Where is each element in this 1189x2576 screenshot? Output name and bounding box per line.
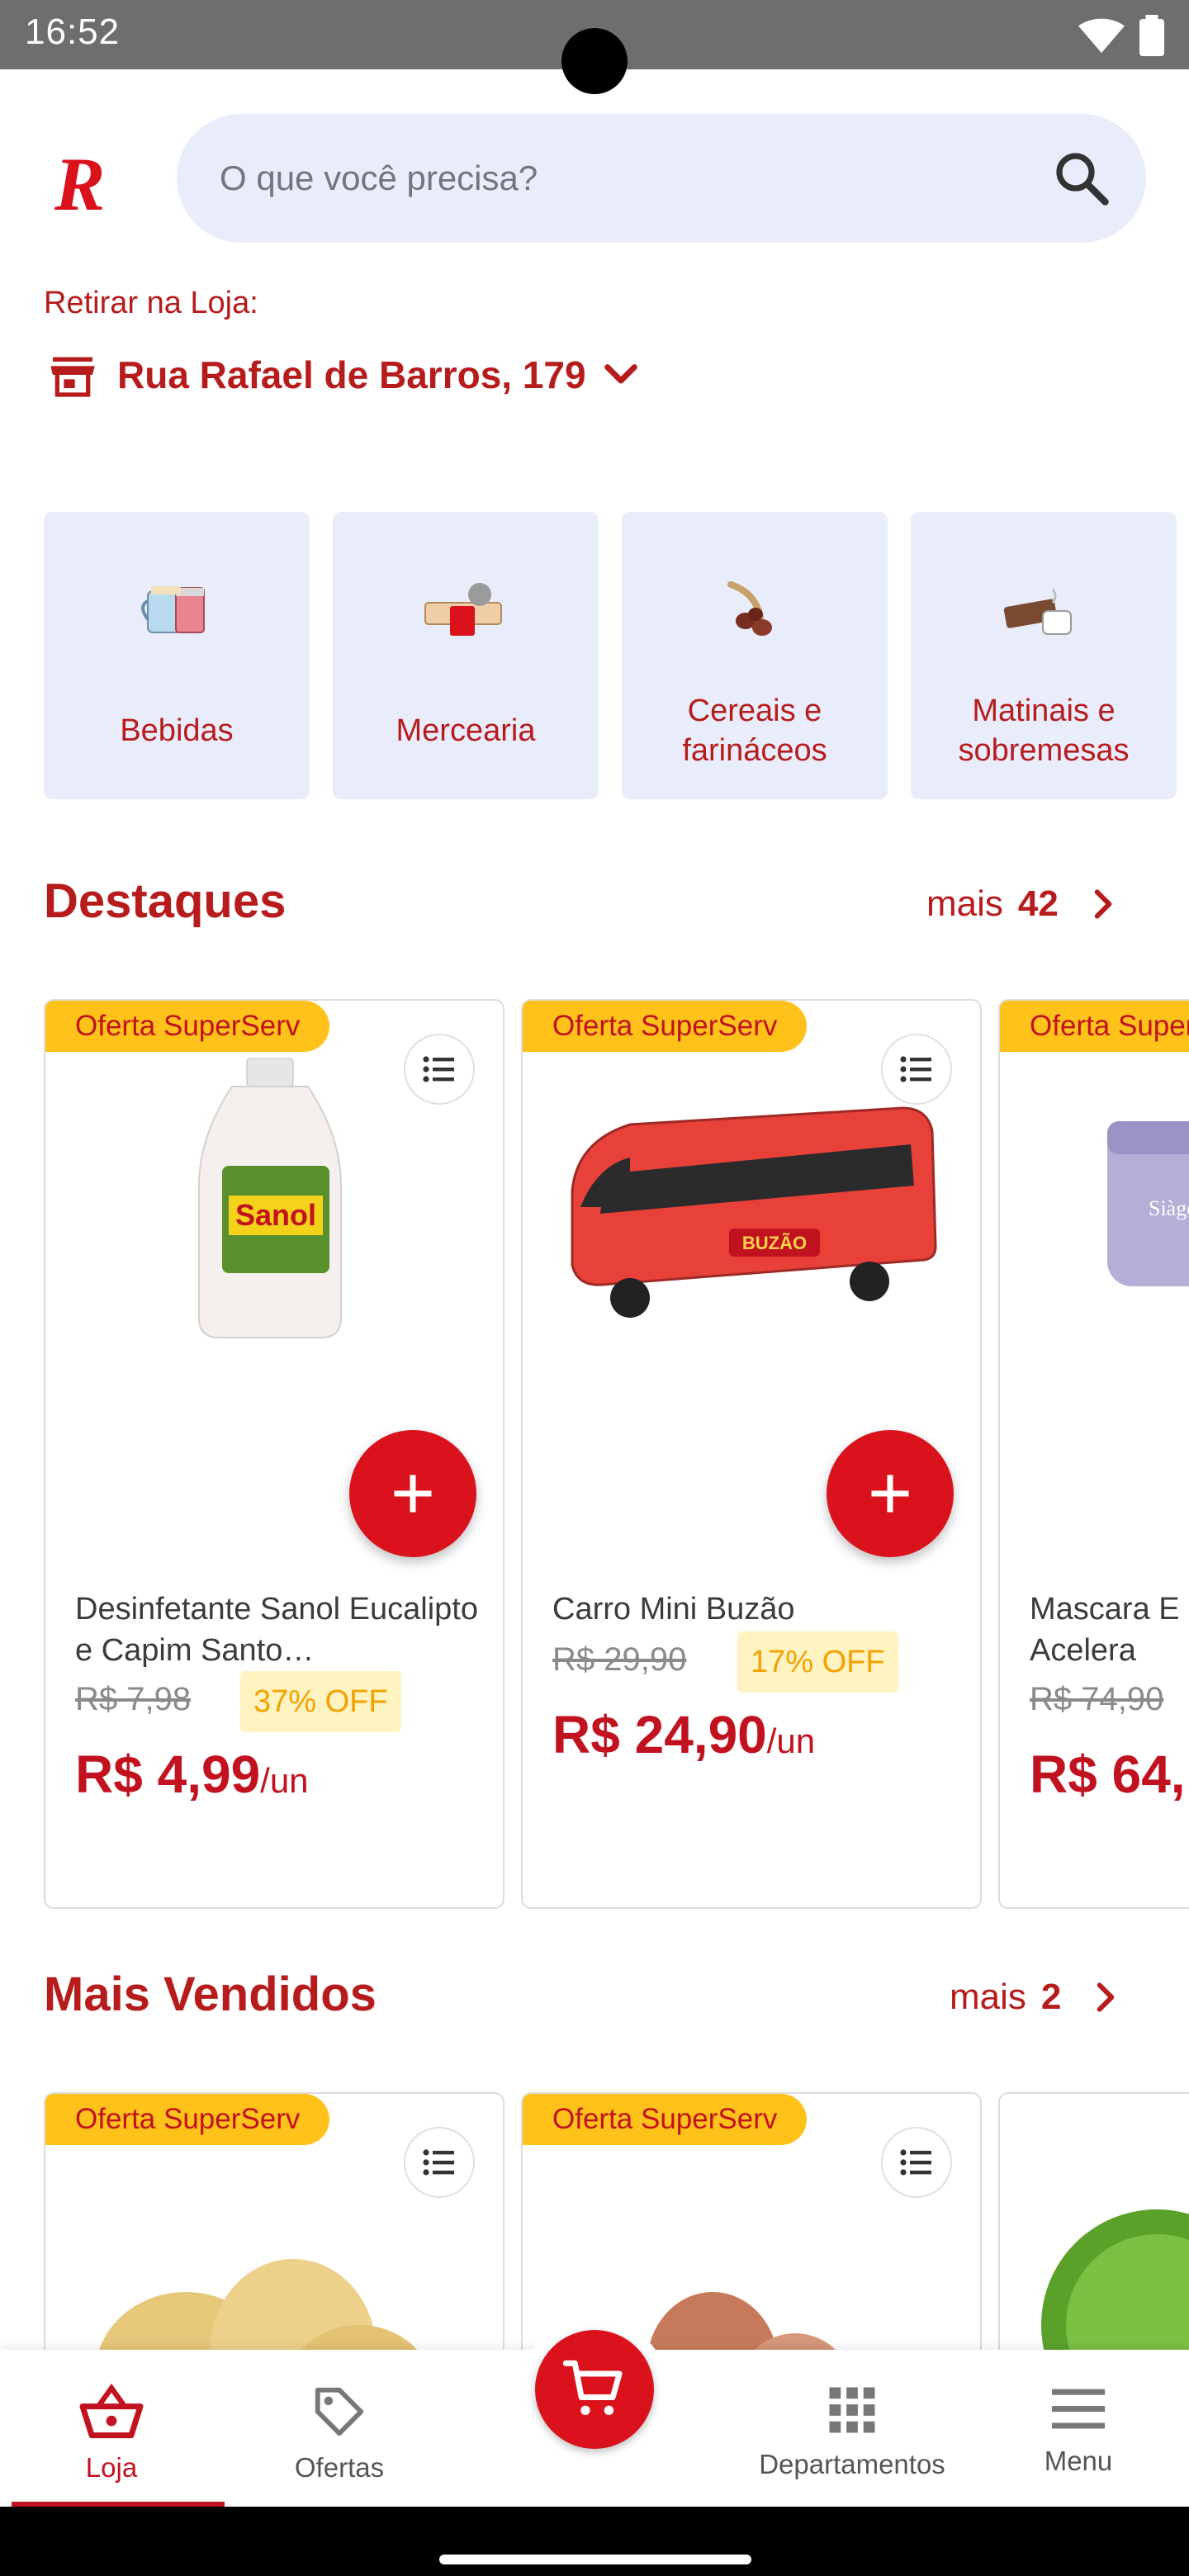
grid-icon — [829, 2387, 875, 2433]
app-logo[interactable]: R — [51, 142, 117, 226]
price-value: R$ 24,90 — [552, 1705, 767, 1764]
chevron-right-icon — [1094, 889, 1112, 919]
plus-icon — [871, 1475, 909, 1513]
product-image-sanol: Sanol — [198, 1058, 342, 1338]
nav-label: Loja — [85, 2452, 138, 2483]
search-bar[interactable] — [177, 114, 1146, 243]
product-card[interactable]: Oferta SuperServ Sanol Desinfetante Sano… — [44, 999, 504, 1909]
svg-text:R: R — [54, 142, 105, 225]
nav-label: Menu — [1044, 2446, 1113, 2476]
product-name: Carro Mini Buzão — [552, 1592, 795, 1627]
product-name: Desinfetante Sanol Eucalipto e Capim San… — [75, 1592, 478, 1668]
mais-vendidos-more-link[interactable]: mais 2 — [950, 1977, 1124, 2018]
more-count: 42 — [1017, 883, 1059, 924]
price-value: R$ 64, — [1030, 1745, 1186, 1804]
category-label: Cereais e farináceos — [682, 694, 827, 768]
svg-text:Siàge: Siàge — [1149, 1196, 1189, 1220]
svg-text:Sanol: Sanol — [235, 1198, 316, 1232]
section-title-destaques: Destaques — [44, 874, 287, 928]
product-image-bus: BUZÃO — [571, 1106, 937, 1318]
system-gesture-bar — [0, 2507, 1189, 2576]
price-unit: /un — [260, 1761, 309, 1800]
section-title-mais-vendidos: Mais Vendidos — [44, 1968, 377, 2021]
current-price: R$ 4,99/un — [75, 1744, 309, 1805]
nav-label: Departamentos — [759, 2449, 945, 2479]
price-value: R$ 4,99 — [75, 1745, 261, 1804]
category-label: Matinais e sobremesas — [958, 694, 1130, 768]
tag-icon — [315, 2387, 364, 2436]
offer-badge: Oferta SuperServ — [45, 1001, 330, 1052]
plus-icon — [394, 1475, 432, 1513]
category-bebidas[interactable]: Bebidas — [44, 512, 310, 799]
list-icon — [423, 2149, 454, 2176]
offer-badge: Oferta SuperServ — [45, 2094, 330, 2145]
nav-item-ofertas[interactable]: Ofertas — [253, 2350, 426, 2507]
cereals-icon — [727, 581, 772, 636]
drinks-icon — [141, 586, 205, 633]
pickup-label: Retirar na Loja: — [44, 286, 258, 320]
battery-icon — [1139, 15, 1164, 56]
more-count: 2 — [1040, 1977, 1062, 2017]
more-label: mais — [950, 1977, 1026, 2017]
discount-badge: 17% OFF — [737, 1631, 898, 1693]
breakfast-icon — [1003, 589, 1072, 635]
offer-badge: Oferta SuperServ — [523, 2094, 808, 2145]
category-cereais[interactable]: Cereais e farináceos — [622, 512, 888, 799]
add-to-cart-button[interactable] — [349, 1430, 476, 1557]
store-selector[interactable]: Rua Rafael de Barros, 179 — [46, 345, 644, 405]
store-name: Rua Rafael de Barros, 179 — [117, 353, 586, 396]
store-icon — [50, 357, 95, 397]
price-unit: /un — [766, 1721, 816, 1760]
category-label: Mercearia — [396, 713, 536, 748]
hamburger-icon — [1051, 2389, 1106, 2429]
cart-icon — [563, 2360, 623, 2416]
product-card[interactable]: Oferta SuperServ BUZÃO Carro Mini Buzão … — [521, 999, 982, 1909]
nav-label: Ofertas — [294, 2452, 385, 2483]
product-image-mask: Siàge — [1107, 1121, 1189, 1286]
add-to-list-button[interactable] — [881, 2127, 952, 2198]
old-price: R$ 74,90 — [1030, 1681, 1164, 1717]
nav-item-departamentos[interactable]: Departamentos — [743, 2350, 961, 2507]
category-matinais[interactable]: Matinais e sobremesas — [911, 512, 1177, 799]
wifi-icon — [1078, 18, 1125, 53]
camera-cutout — [561, 28, 628, 94]
old-price: R$ 29,90 — [552, 1641, 687, 1678]
cart-button[interactable] — [535, 2330, 654, 2449]
old-price: R$ 7,98 — [75, 1681, 192, 1717]
nav-item-menu[interactable]: Menu — [996, 2350, 1161, 2507]
current-price: R$ 64, — [1030, 1744, 1186, 1805]
add-to-list-button[interactable] — [404, 2127, 475, 2198]
category-label: Bebidas — [120, 713, 234, 748]
offer-badge: Oferta SuperServ — [523, 1001, 808, 1052]
destaques-more-link[interactable]: mais 42 — [926, 883, 1121, 925]
basket-icon — [79, 2383, 144, 2439]
discount-badge: 37% OFF — [240, 1671, 401, 1732]
search-input[interactable] — [220, 114, 1012, 243]
status-icons — [1078, 15, 1164, 56]
grocery-icon — [424, 583, 502, 636]
app-screen: 16:52 R Retirar na Loja: Rua Rafael de B… — [0, 0, 1189, 2576]
add-to-cart-button[interactable] — [827, 1430, 954, 1557]
nav-item-loja[interactable]: Loja — [25, 2350, 198, 2507]
search-icon[interactable] — [1052, 149, 1111, 208]
offer-badge: Oferta SuperServ — [1000, 1001, 1189, 1052]
list-icon — [900, 2149, 931, 2176]
more-label: mais — [926, 883, 1003, 924]
product-name: Mascara E Acelera Cre — [1030, 1592, 1180, 1668]
chevron-right-icon — [1097, 1982, 1115, 2012]
status-time: 16:52 — [25, 12, 121, 52]
product-card[interactable]: Oferta SuperServ Siàge Mascara E Acelera… — [998, 999, 1189, 1909]
svg-text:BUZÃO: BUZÃO — [742, 1233, 807, 1253]
chevron-down-icon[interactable] — [598, 352, 644, 398]
current-price: R$ 24,90/un — [552, 1704, 815, 1765]
category-mercearia[interactable]: Mercearia — [333, 512, 599, 799]
home-indicator[interactable] — [439, 2555, 751, 2564]
